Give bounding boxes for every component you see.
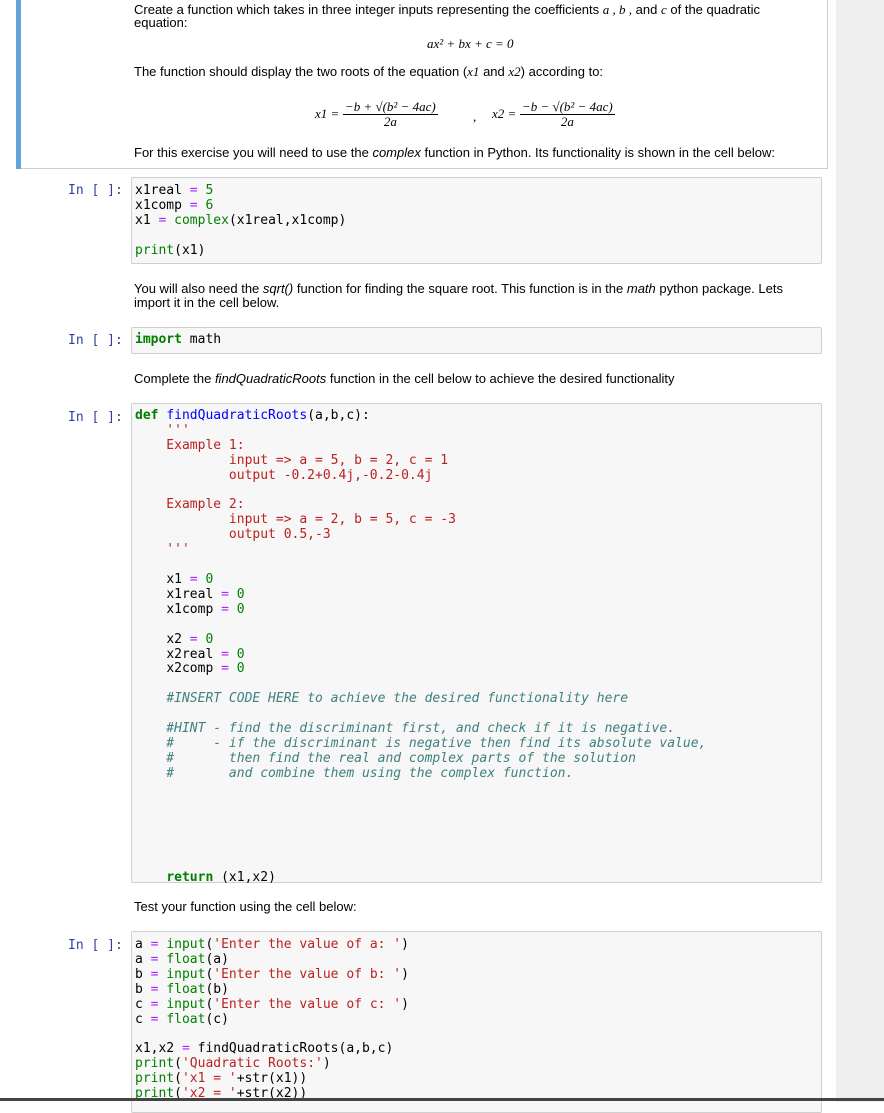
cell-prompt: In [ ]:: [68, 333, 123, 348]
scrollbar[interactable]: [836, 0, 884, 1102]
intro-line-2: equation:: [134, 15, 188, 30]
complex-note: For this exercise you will need to use t…: [134, 145, 775, 160]
roots-description: The function should display the two root…: [134, 64, 604, 79]
complete-function-note: Complete the findQuadraticRoots function…: [134, 371, 675, 386]
fraction-x2: −b − √(b² − 4ac) 2a: [519, 99, 615, 129]
cell-prompt: In [ ]:: [68, 938, 123, 953]
cell-prompt: In [ ]:: [68, 410, 123, 425]
quadratic-equation: ax² + bx + c = 0: [427, 36, 514, 51]
code-block: import math: [135, 332, 222, 347]
code-block: x1real = 5 x1comp = 6 x1 = complex(x1rea…: [135, 183, 347, 258]
code-cell-find-roots[interactable]: def findQuadraticRoots(a,b,c): ''' Examp…: [131, 403, 822, 886]
selected-cell-indicator: [16, 0, 21, 169]
sqrt-note: You will also need the sqrt() function f…: [134, 281, 783, 296]
test-note: Test your function using the cell below:: [134, 899, 357, 914]
code-cell-import[interactable]: import math: [131, 327, 822, 354]
formula-separator: ,: [473, 109, 477, 124]
code-cell-test[interactable]: a = input('Enter the value of a: ') a = …: [131, 931, 822, 1113]
formula-x2: x2 = −b − √(b² − 4ac) 2a: [492, 99, 615, 129]
sqrt-note-line2: import it in the cell below.: [134, 295, 280, 310]
code-block: def findQuadraticRoots(a,b,c): ''' Examp…: [135, 408, 707, 886]
code-cell-complex-demo[interactable]: x1real = 5 x1comp = 6 x1 = complex(x1rea…: [131, 177, 822, 264]
fraction-x1: −b + √(b² − 4ac) 2a: [342, 99, 438, 129]
cell-prompt: In [ ]:: [68, 183, 123, 198]
intro-line-1: Create a function which takes in three i…: [134, 2, 761, 17]
formula-x1: x1 = −b + √(b² − 4ac) 2a: [315, 99, 438, 129]
code-block: a = input('Enter the value of a: ') a = …: [135, 937, 409, 1102]
bottom-border: [0, 1098, 884, 1101]
